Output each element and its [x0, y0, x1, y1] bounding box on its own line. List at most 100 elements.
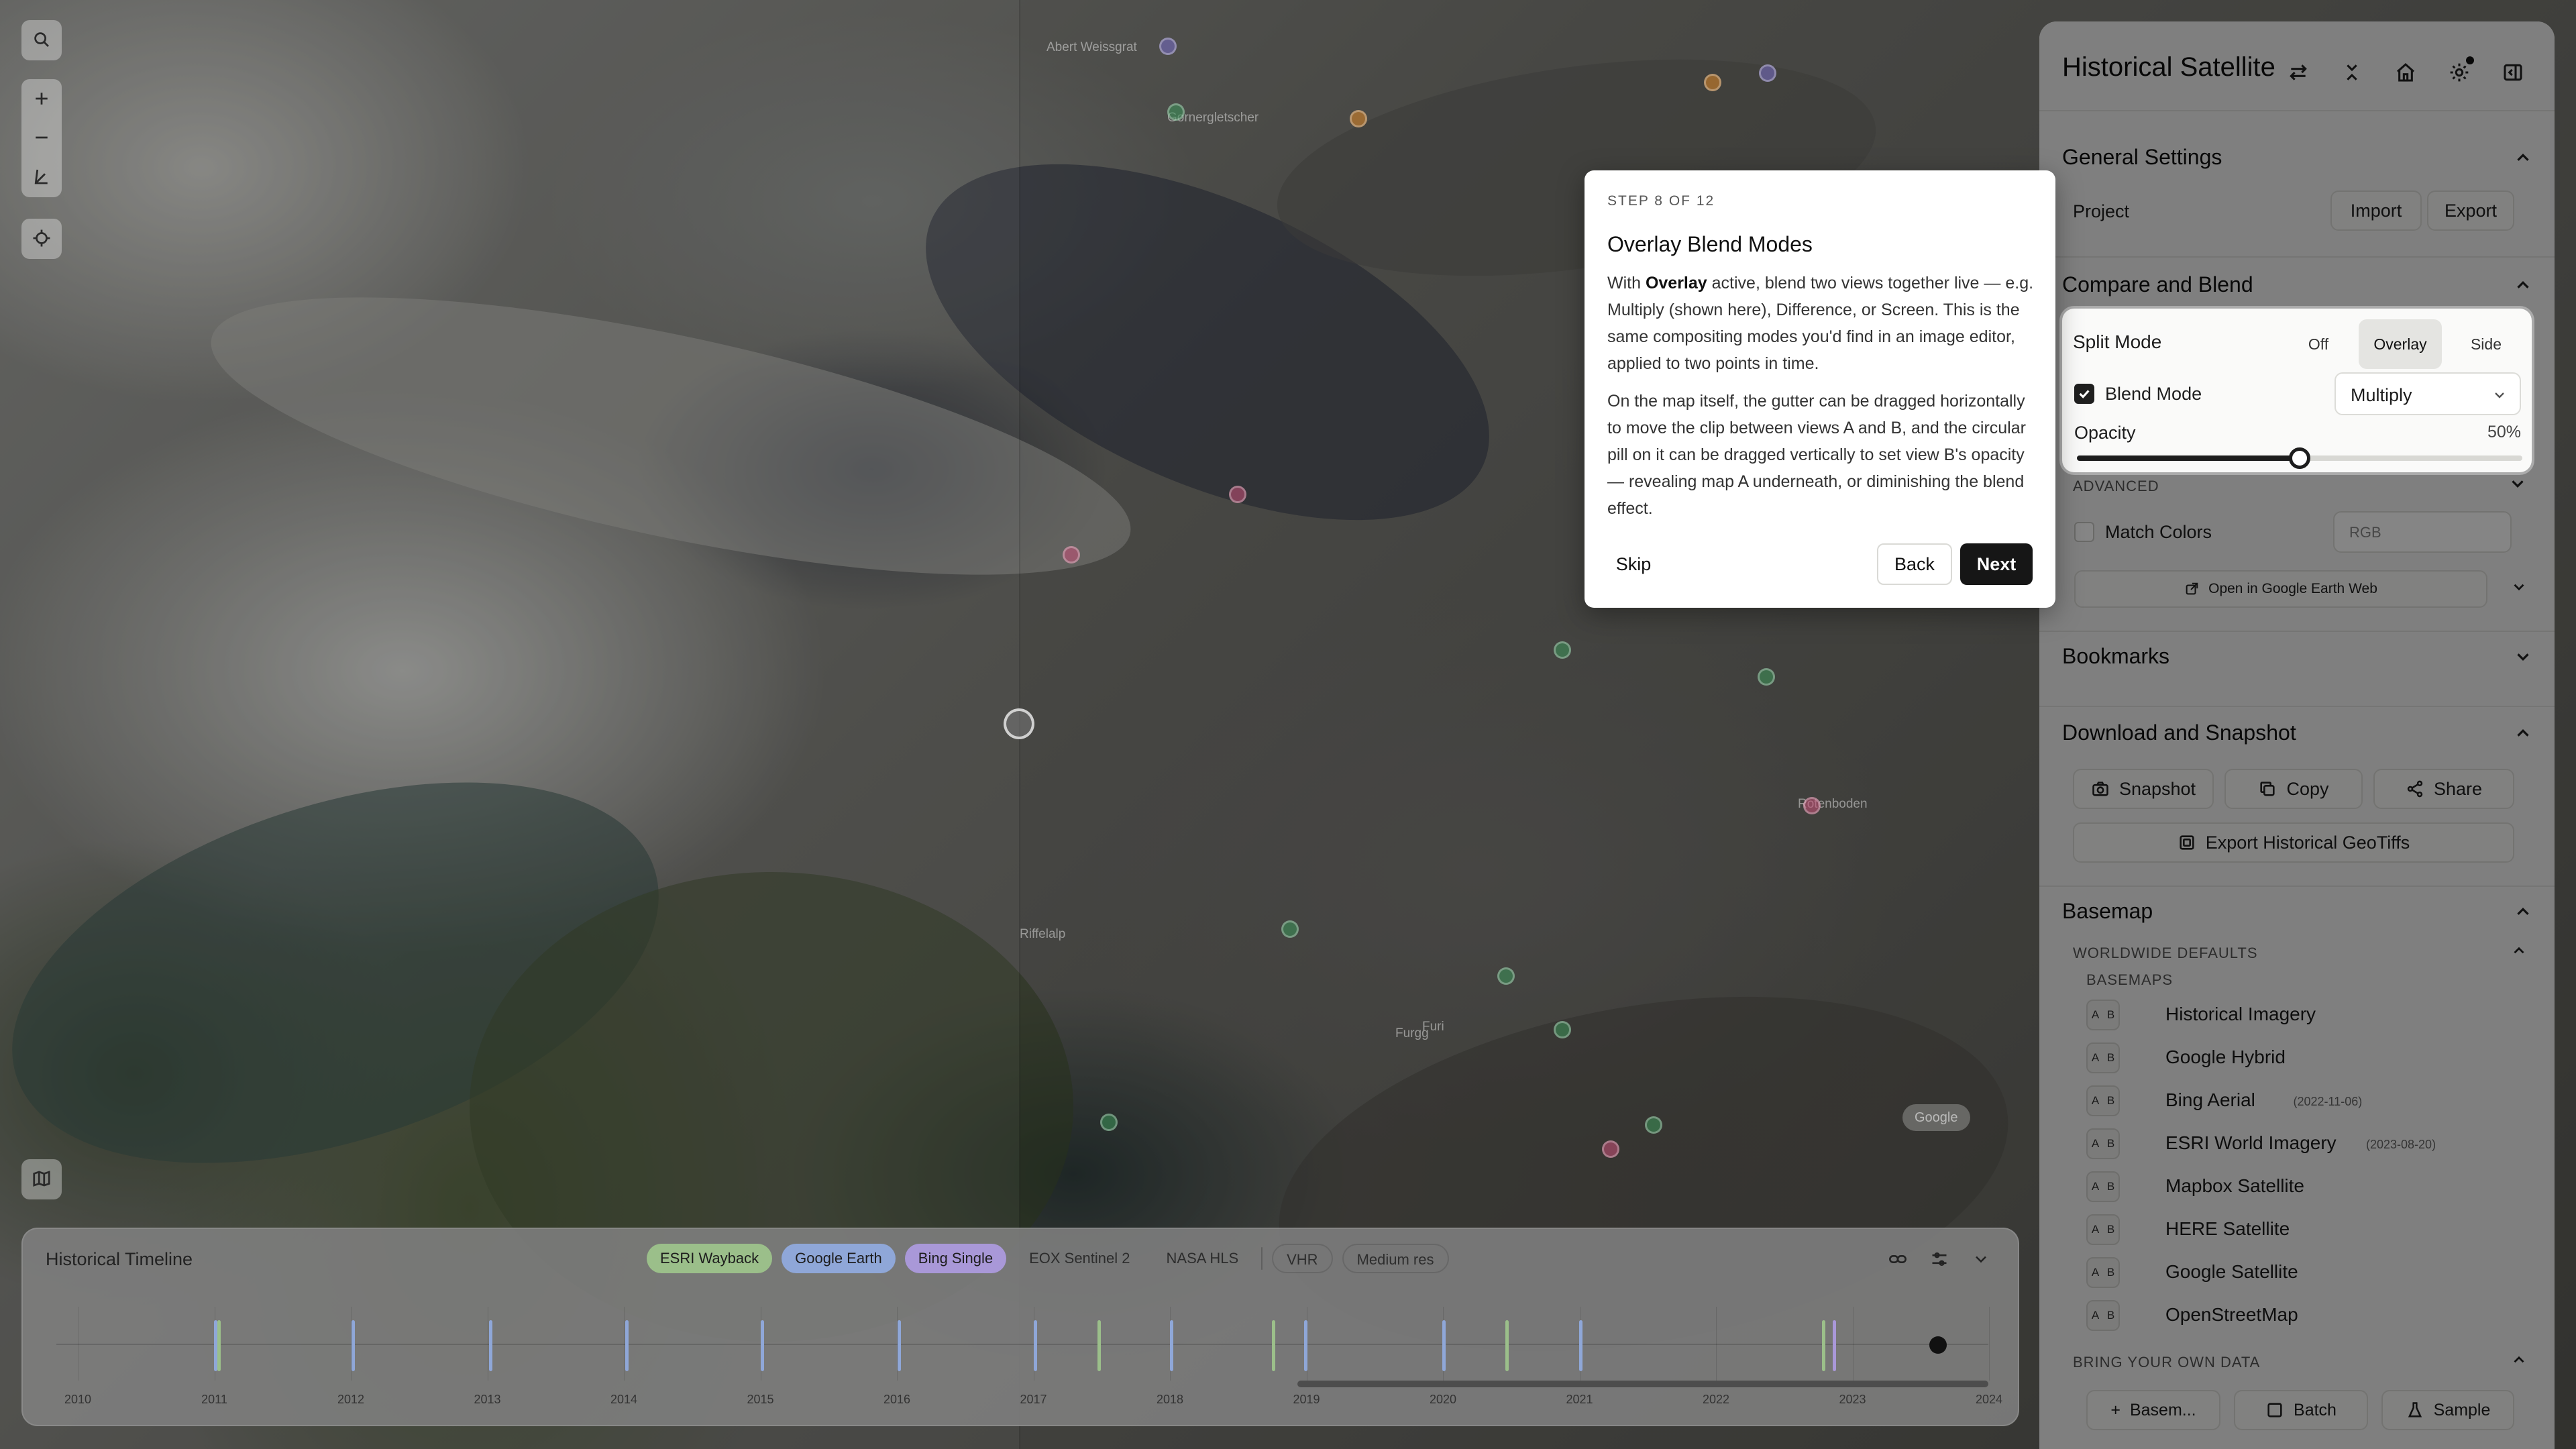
chevron-up-icon[interactable] — [2513, 902, 2533, 922]
view-a-toggle[interactable]: A — [2088, 1258, 2103, 1287]
map-marker[interactable] — [1167, 103, 1185, 121]
view-b-toggle[interactable]: B — [2103, 1173, 2118, 1201]
section-general-settings[interactable]: General Settings — [2062, 145, 2222, 170]
opacity-slider-thumb[interactable] — [2289, 447, 2310, 469]
ab-toggle[interactable]: AB — [2086, 1000, 2120, 1030]
basemap-name[interactable]: Mapbox Satellite — [2165, 1175, 2304, 1197]
view-b-toggle[interactable]: B — [2103, 1044, 2118, 1072]
view-a-toggle[interactable]: A — [2088, 1044, 2103, 1072]
zoom-out-icon[interactable] — [21, 118, 62, 157]
search-icon[interactable] — [21, 20, 62, 59]
section-basemap[interactable]: Basemap — [2062, 899, 2153, 924]
blend-mode-select[interactable]: Multiply — [2334, 372, 2521, 415]
timeline-imagery-tick[interactable] — [1097, 1320, 1101, 1371]
timeline-imagery-tick[interactable] — [1579, 1320, 1582, 1371]
timeline-imagery-tick[interactable] — [761, 1320, 764, 1371]
timeline-imagery-tick[interactable] — [1822, 1320, 1825, 1371]
copy-button[interactable]: Copy — [2224, 769, 2363, 809]
split-option-overlay[interactable]: Overlay — [2359, 319, 2442, 369]
split-option-off[interactable]: Off — [2288, 319, 2349, 369]
home-icon[interactable] — [2387, 54, 2424, 91]
match-colors-select[interactable]: RGB — [2333, 511, 2512, 553]
chevron-down-icon[interactable] — [2510, 578, 2528, 596]
view-a-toggle[interactable]: A — [2088, 1130, 2103, 1158]
map-marker[interactable] — [1497, 967, 1515, 985]
ab-toggle[interactable]: AB — [2086, 1214, 2120, 1245]
timeline-imagery-tick[interactable] — [625, 1320, 629, 1371]
map-marker[interactable] — [1704, 74, 1721, 91]
timeline-imagery-tick[interactable] — [898, 1320, 901, 1371]
view-a-toggle[interactable]: A — [2088, 1301, 2103, 1330]
map-marker[interactable] — [1759, 64, 1776, 82]
timeline-track[interactable]: 2010 2011 2012 2013 2014 2015 2016 2017 2018 2019… — [56, 1307, 2002, 1407]
blend-mode-checkbox[interactable] — [2074, 384, 2094, 404]
chevron-up-icon[interactable] — [2510, 1351, 2528, 1368]
measure-icon[interactable] — [21, 157, 62, 196]
timeline-scrollbar[interactable] — [1297, 1381, 1988, 1387]
timeline-imagery-tick[interactable] — [1272, 1320, 1275, 1371]
section-download-snapshot[interactable]: Download and Snapshot — [2062, 720, 2296, 745]
map-layers-icon[interactable] — [21, 1159, 62, 1198]
timeline-imagery-tick[interactable] — [352, 1320, 355, 1371]
chip-medium-res[interactable]: Medium res — [1342, 1244, 1449, 1273]
add-basemap-button[interactable]: + Basem... — [2086, 1390, 2220, 1430]
chevron-down-icon[interactable] — [2513, 647, 2533, 667]
zoom-in-icon[interactable] — [21, 79, 62, 118]
chevron-up-icon[interactable] — [2510, 942, 2528, 959]
opacity-slider[interactable] — [2077, 447, 2522, 469]
view-b-toggle[interactable]: B — [2103, 1130, 2118, 1158]
map-marker[interactable] — [1803, 797, 1821, 814]
basemap-name[interactable]: Bing Aerial — [2165, 1089, 2255, 1111]
tour-back-button[interactable]: Back — [1877, 543, 1952, 585]
chevron-up-icon[interactable] — [2513, 148, 2533, 168]
timeline-imagery-tick[interactable] — [217, 1320, 221, 1371]
import-button[interactable]: Import — [2330, 191, 2422, 231]
view-b-toggle[interactable]: B — [2103, 1258, 2118, 1287]
basemap-name[interactable]: Google Hybrid — [2165, 1046, 2286, 1068]
view-b-toggle[interactable]: B — [2103, 1087, 2118, 1115]
swap-icon[interactable] — [2279, 54, 2317, 91]
link-icon[interactable] — [1881, 1245, 1915, 1273]
ab-toggle[interactable]: AB — [2086, 1257, 2120, 1288]
map-marker[interactable] — [1554, 641, 1571, 659]
chip-bing-single[interactable]: Bing Single — [904, 1244, 1007, 1273]
chip-vhr[interactable]: VHR — [1272, 1244, 1333, 1273]
basemap-name[interactable]: HERE Satellite — [2165, 1218, 2290, 1240]
timeline-imagery-tick[interactable] — [1034, 1320, 1037, 1371]
chevron-up-icon[interactable] — [2513, 723, 2533, 743]
chevron-down-icon[interactable] — [2508, 474, 2528, 494]
map-marker[interactable] — [1554, 1021, 1571, 1038]
basemap-name[interactable]: Google Satellite — [2165, 1261, 2298, 1283]
ab-toggle[interactable]: AB — [2086, 1042, 2120, 1073]
chip-esri-wayback[interactable]: ESRI Wayback — [647, 1244, 773, 1273]
timeline-imagery-tick[interactable] — [1833, 1320, 1836, 1371]
ab-toggle[interactable]: AB — [2086, 1128, 2120, 1159]
basemap-name[interactable]: ESRI World Imagery — [2165, 1132, 2337, 1154]
view-b-toggle[interactable]: B — [2103, 1216, 2118, 1244]
timeline-current-marker[interactable] — [1929, 1336, 1947, 1354]
map-marker[interactable] — [1645, 1116, 1662, 1134]
split-option-side[interactable]: Side — [2451, 319, 2521, 369]
locate-icon[interactable] — [21, 219, 62, 258]
sample-button[interactable]: Sample — [2381, 1390, 2514, 1430]
map-marker[interactable] — [1281, 920, 1299, 938]
match-colors-checkbox[interactable] — [2074, 522, 2094, 542]
snapshot-button[interactable]: Snapshot — [2073, 769, 2214, 809]
view-a-toggle[interactable]: A — [2088, 1001, 2103, 1029]
panel-icon[interactable] — [2494, 54, 2532, 91]
ab-toggle[interactable]: AB — [2086, 1085, 2120, 1116]
export-geotiffs-button[interactable]: Export Historical GeoTiffs — [2073, 822, 2514, 863]
opacity-pill-handle[interactable] — [1004, 708, 1034, 739]
map-marker[interactable] — [1229, 486, 1246, 503]
settings-icon[interactable] — [2440, 54, 2478, 91]
chip-nasa-hls[interactable]: NASA HLS — [1153, 1244, 1252, 1273]
sliders-icon[interactable] — [1923, 1245, 1956, 1273]
tour-next-button[interactable]: Next — [1960, 543, 2033, 585]
section-compare-and-blend[interactable]: Compare and Blend — [2062, 272, 2253, 297]
view-a-toggle[interactable]: A — [2088, 1087, 2103, 1115]
map-marker[interactable] — [1100, 1114, 1118, 1131]
batch-button[interactable]: Batch — [2234, 1390, 2368, 1430]
export-button[interactable]: Export — [2427, 191, 2514, 231]
basemap-name[interactable]: Historical Imagery — [2165, 1004, 2316, 1025]
view-a-toggle[interactable]: A — [2088, 1216, 2103, 1244]
